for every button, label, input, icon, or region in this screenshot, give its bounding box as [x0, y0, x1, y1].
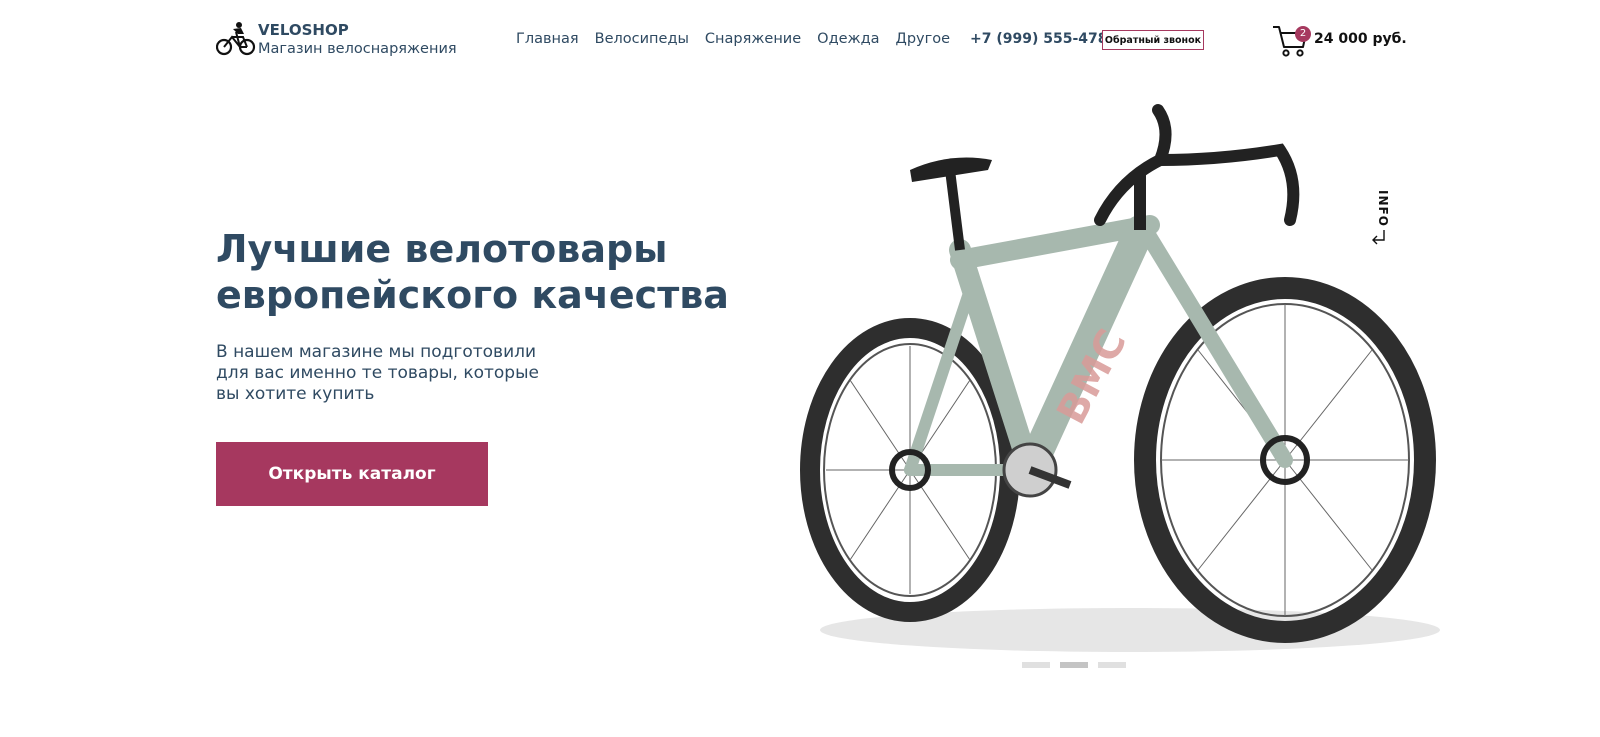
nav-item-clothing[interactable]: Одежда [817, 31, 879, 47]
hero-description-line: для вас именно те товары, которые [216, 363, 539, 383]
cart-count-badge: 2 [1295, 26, 1311, 42]
hero-title-line: европейского качества [216, 273, 729, 317]
slider-pagination [1022, 662, 1136, 668]
hero-description-line: вы хотите купить [216, 384, 375, 404]
callback-button[interactable]: Обратный звонок [1102, 30, 1204, 50]
hero-description-line: В нашем магазине мы подготовили [216, 342, 537, 362]
hero-title-line: Лучшие велотовары [216, 227, 668, 271]
slider-dot[interactable] [1060, 662, 1088, 668]
phone-number[interactable]: +7 (999) 555-4789 [970, 31, 1117, 47]
brand-tagline: Магазин велоснаряжения [258, 41, 457, 57]
bike-image: BMC [800, 104, 1440, 652]
slider-dot[interactable] [1022, 662, 1050, 668]
nav-item-home[interactable]: Главная [516, 31, 579, 47]
return-arrow-icon[interactable] [1370, 228, 1388, 246]
hero-title: Лучшие велотовары европейского качества [216, 226, 736, 318]
brand-name: VELOSHOP [258, 21, 349, 39]
open-catalog-button[interactable]: Открыть каталог [216, 442, 488, 506]
nav-item-bicycles[interactable]: Велосипеды [595, 31, 689, 47]
main-nav: Главная Велосипеды Снаряжение Одежда Дру… [516, 31, 966, 47]
nav-item-other[interactable]: Другое [896, 31, 951, 47]
nav-item-equipment[interactable]: Снаряжение [705, 31, 801, 47]
cart-total[interactable]: 24 000 руб. [1314, 31, 1407, 47]
cyclist-icon [216, 22, 256, 56]
slider-dot[interactable] [1098, 662, 1126, 668]
logo[interactable]: VELOSHOP Магазин велоснаряжения [216, 20, 457, 60]
page: VELOSHOP Магазин велоснаряжения Главная … [0, 0, 1600, 737]
hero-description: В нашем магазине мы подготовили для вас … [216, 342, 546, 405]
